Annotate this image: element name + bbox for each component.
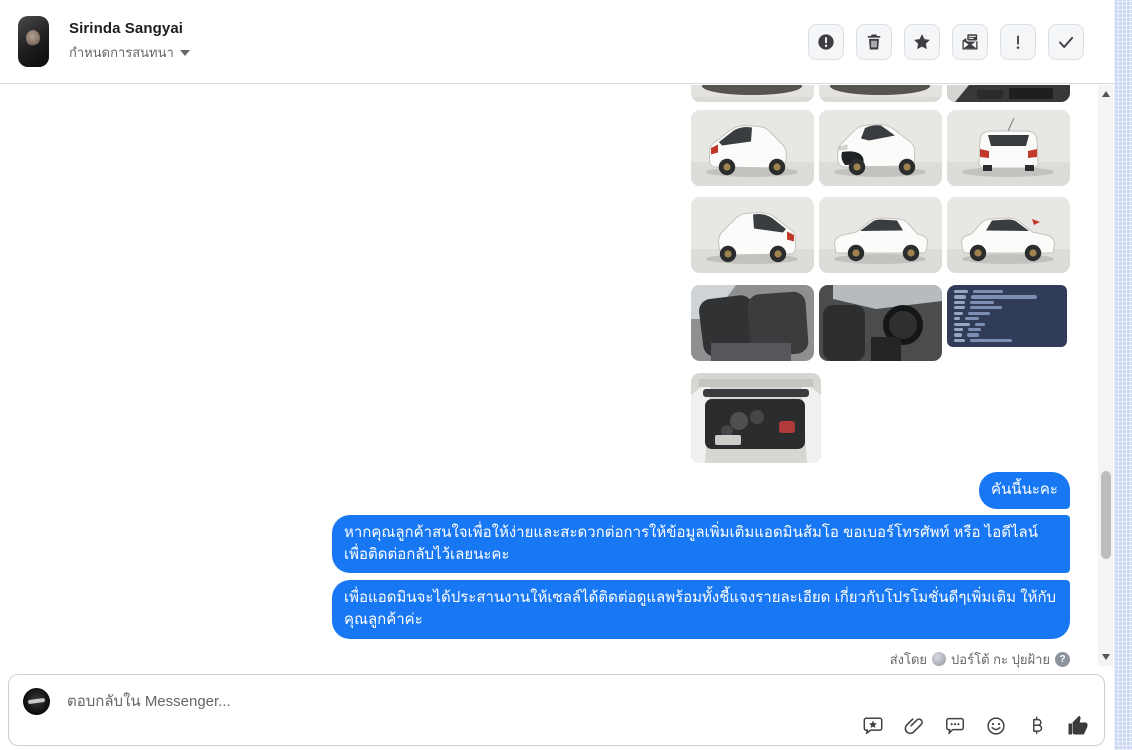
mark-unread-icon <box>962 32 979 49</box>
car-underside-photo[interactable] <box>819 85 942 102</box>
emoji-button[interactable] <box>984 714 1008 738</box>
contact-avatar[interactable] <box>18 16 49 67</box>
spec-sheet-card[interactable] <box>947 285 1070 361</box>
engine-bay-photo[interactable] <box>691 373 821 463</box>
interior-dashboard-photo[interactable] <box>819 285 942 361</box>
sender-name: ปอร์โต้ กะ ปุยฝ้าย <box>951 651 1050 667</box>
conversation-header: Sirinda Sangyai กำหนดการสนทนา <box>0 0 1114 84</box>
contact-name: Sirinda Sangyai <box>69 20 184 37</box>
saved-replies-button[interactable] <box>943 714 967 738</box>
page-avatar <box>23 688 50 715</box>
composer-toolbar <box>861 714 1090 738</box>
like-button[interactable] <box>1066 714 1090 738</box>
vehicle-spec-card <box>947 285 1067 347</box>
payment-button[interactable] <box>1025 714 1049 738</box>
car-underside-photo[interactable] <box>691 85 814 102</box>
photo-row <box>691 110 1070 186</box>
photo-row <box>691 197 1070 273</box>
scrollbar-thumb[interactable] <box>1100 471 1111 559</box>
saved-replies-icon <box>946 717 964 735</box>
conversation-panel: Sirinda Sangyai กำหนดการสนทนา คันนี้นะคะ… <box>0 0 1114 750</box>
scroll-up-arrow[interactable] <box>1098 87 1113 101</box>
page-scrollbar-gutter <box>1114 0 1132 750</box>
reply-input[interactable] <box>67 686 707 716</box>
sticker-button[interactable] <box>861 714 885 738</box>
interior-dark-partial-photo[interactable] <box>947 85 1070 102</box>
report-icon <box>818 33 834 50</box>
star-icon <box>914 33 930 49</box>
mark-unread-button[interactable] <box>952 23 988 60</box>
message-bubble: คันนี้นะคะ <box>979 472 1070 509</box>
messenger-inbox-page: Sirinda Sangyai กำหนดการสนทนา คันนี้นะคะ… <box>0 0 1132 750</box>
sent-by-label: ส่งโดย <box>889 651 928 667</box>
check-icon <box>1059 36 1074 48</box>
scroll-down-arrow[interactable] <box>1098 650 1113 664</box>
header-actions <box>808 23 1084 60</box>
photo-row <box>691 373 1070 463</box>
photo-row <box>691 85 1070 102</box>
message-column: คันนี้นะคะ หากคุณลูกค้าสนใจเพื่อให้ง่ายแ… <box>332 85 1070 670</box>
car-side-photo[interactable] <box>819 197 942 273</box>
attachment-icon <box>904 718 923 735</box>
reply-composer <box>8 674 1105 746</box>
report-button[interactable] <box>808 23 844 60</box>
chat-area: คันนี้นะคะ หากคุณลูกค้าสนใจเพื่อให้ง่ายแ… <box>0 85 1114 667</box>
message-bubble: หากคุณลูกค้าสนใจเพื่อให้ง่ายและสะดวกต่อก… <box>332 514 1070 574</box>
payment-baht-icon <box>1033 716 1043 735</box>
flag-followup-button[interactable] <box>1000 23 1036 60</box>
contact-info: Sirinda Sangyai กำหนดการสนทนา <box>18 16 190 67</box>
thumbs-up-icon <box>1068 715 1088 735</box>
car-front-quarter-photo[interactable] <box>819 110 942 186</box>
star-button[interactable] <box>904 23 940 60</box>
car-rear-quarter-photo[interactable] <box>691 110 814 186</box>
sender-avatar <box>932 652 947 667</box>
emoji-icon <box>987 717 1005 735</box>
sticker-icon <box>863 717 883 735</box>
interior-rear-seats-photo[interactable] <box>691 285 814 361</box>
attach-button[interactable] <box>902 714 926 738</box>
exclamation-icon <box>1016 35 1020 49</box>
car-rear-quarter-left-photo[interactable] <box>691 197 814 273</box>
chevron-down-icon <box>179 49 190 56</box>
photo-grid <box>691 85 1070 463</box>
photo-row <box>691 285 1070 361</box>
chat-scrollbar[interactable] <box>1098 85 1113 666</box>
sent-by-line: ส่งโดย ปอร์โต้ กะ ปุยฝ้าย ? <box>890 649 1070 670</box>
mark-done-button[interactable] <box>1048 23 1084 60</box>
trash-icon <box>867 34 881 49</box>
schedule-dropdown[interactable]: กำหนดการสนทนา <box>69 42 190 63</box>
message-bubble: เพื่อแอดมินจะได้ประสานงานให้เซลล์ได้ติดต… <box>332 580 1070 639</box>
car-side-left-photo[interactable] <box>947 197 1070 273</box>
schedule-dropdown-label: กำหนดการสนทนา <box>69 45 174 60</box>
car-rear-photo[interactable] <box>947 110 1070 186</box>
delete-button[interactable] <box>856 23 892 60</box>
help-icon[interactable]: ? <box>1055 651 1070 667</box>
